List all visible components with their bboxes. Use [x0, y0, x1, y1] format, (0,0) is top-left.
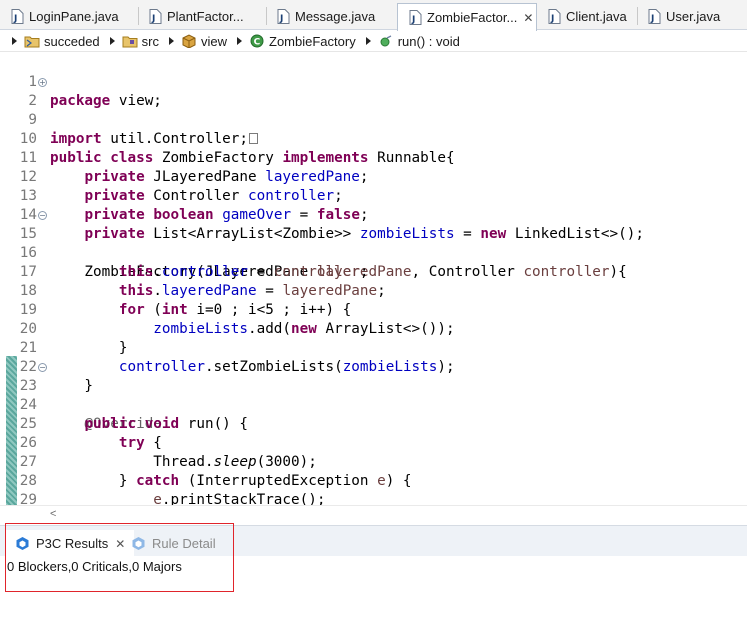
tab-client[interactable]: J Client.java [537, 3, 647, 30]
p3c-icon [132, 537, 145, 550]
java-file-icon: J [409, 10, 422, 25]
code-line: 13 private boolean gameOver = false; [0, 168, 747, 223]
code-line: 21 controller.setZombieLists(zombieLists… [0, 320, 747, 375]
breadcrumb-project[interactable]: succeded [24, 34, 100, 49]
java-file-icon: J [149, 9, 162, 24]
tab-zombiefactory[interactable]: J ZombieFactor... ✕ [397, 3, 537, 31]
code-line: 16 this.controller = controller; [0, 225, 747, 280]
tab-label: ZombieFactor... [427, 10, 518, 25]
code-line: 18 for (int i=0 ; i<5 ; i++) { [0, 263, 747, 318]
tab-label: LoginPane.java [29, 9, 119, 24]
code-line: 20 } [0, 301, 747, 356]
results-summary: 0 Blockers,0 Criticals,0 Majors [7, 559, 182, 574]
tab-message[interactable]: J Message.java [266, 3, 396, 30]
horizontal-scrollbar[interactable]: < [0, 505, 747, 522]
breadcrumb-view[interactable]: view [181, 34, 227, 49]
view-tab-bar: P3C Results ✕ Rule Detail [0, 525, 747, 557]
code-line: 12 private Controller controller; [0, 149, 747, 204]
code-line: 9 [0, 92, 747, 128]
chevron-right-icon[interactable] [169, 37, 174, 45]
package-icon [182, 34, 196, 48]
tab-label: Rule Detail [152, 536, 216, 551]
code-line: 29 } [0, 472, 747, 505]
breadcrumb-src[interactable]: src [122, 34, 159, 49]
project-icon [24, 36, 40, 48]
code-line: 11 private JLayeredPane layeredPane; [0, 130, 747, 185]
chevron-right-icon[interactable] [109, 37, 115, 45]
tab-label: User.java [666, 9, 721, 24]
tab-label: PlantFactor... [167, 9, 244, 24]
editor-tab-bar: J LoginPane.java J PlantFactor... J Mess… [0, 0, 747, 31]
svg-text:J: J [13, 14, 17, 24]
java-file-icon: J [277, 9, 290, 24]
svg-text:C: C [254, 38, 261, 48]
chevron-right-icon[interactable] [365, 37, 371, 45]
code-line: 30 while (!gameOver){ [0, 491, 747, 505]
svg-text:J: J [279, 14, 283, 24]
code-line: 2 + import util.Controller; [0, 73, 747, 147]
tab-label: Client.java [566, 9, 627, 24]
code-editor[interactable]: 1 package view; 2 + import util.Controll… [0, 53, 747, 505]
tab-rule-detail[interactable]: Rule Detail [122, 530, 225, 557]
tab-label: Message.java [295, 9, 376, 24]
breadcrumb: succeded src view C ZombieFactory run() … [0, 31, 747, 52]
code-line: 17 this.layeredPane = layeredPane; [0, 244, 747, 299]
fold-collapse-icon[interactable]: − [38, 363, 47, 372]
tab-label: P3C Results [36, 536, 109, 551]
code-line: 26 Thread.sleep(3000); [0, 415, 747, 470]
chevron-right-icon[interactable] [12, 37, 17, 45]
class-icon: C [250, 34, 264, 48]
code-line: 19 zombieLists.add(new ArrayList<>()); [0, 282, 747, 337]
code-line: 27 } catch (InterruptedException e) { [0, 434, 747, 489]
scroll-left-icon[interactable]: < [50, 508, 56, 520]
tab-user[interactable]: J User.java [637, 3, 747, 30]
code-line: 25 try { [0, 396, 747, 451]
code-line: 15 − ZombieFactory(JLayeredPane layeredP… [0, 206, 747, 280]
fold-expand-icon[interactable]: + [38, 78, 47, 87]
code-line: 22 } [0, 339, 747, 394]
svg-text:J: J [151, 14, 155, 24]
svg-text:J: J [550, 14, 554, 24]
svg-text:J: J [650, 14, 654, 24]
java-file-icon: J [548, 9, 561, 24]
breadcrumb-class[interactable]: C ZombieFactory [249, 34, 356, 49]
code-line: 10 public class ZombieFactory implements… [0, 111, 747, 166]
tab-plantfactory[interactable]: J PlantFactor... [138, 3, 277, 30]
code-line: 28 e.printStackTrace(); [0, 453, 747, 505]
method-icon [380, 35, 392, 47]
p3c-results-panel: 0 Blockers,0 Criticals,0 Majors [0, 556, 747, 628]
source-folder-icon [122, 36, 138, 48]
chevron-right-icon[interactable] [237, 37, 243, 45]
code-line: 23 − @Override [0, 358, 747, 432]
p3c-icon [16, 537, 29, 550]
java-file-icon: J [648, 9, 661, 24]
java-file-icon: J [11, 9, 24, 24]
breadcrumb-method[interactable]: run() : void [378, 34, 460, 49]
tab-loginpane[interactable]: J LoginPane.java [0, 3, 138, 30]
code-line: 1 package view; [0, 54, 747, 109]
code-line: 24 public void run() { [0, 377, 747, 432]
fold-collapse-icon[interactable]: − [38, 211, 47, 220]
svg-text:J: J [411, 15, 415, 25]
close-icon[interactable]: ✕ [523, 11, 533, 25]
code-line: 14 private List<ArrayList<Zombie>> zombi… [0, 187, 747, 242]
tab-p3c-results[interactable]: P3C Results ✕ [6, 530, 135, 557]
